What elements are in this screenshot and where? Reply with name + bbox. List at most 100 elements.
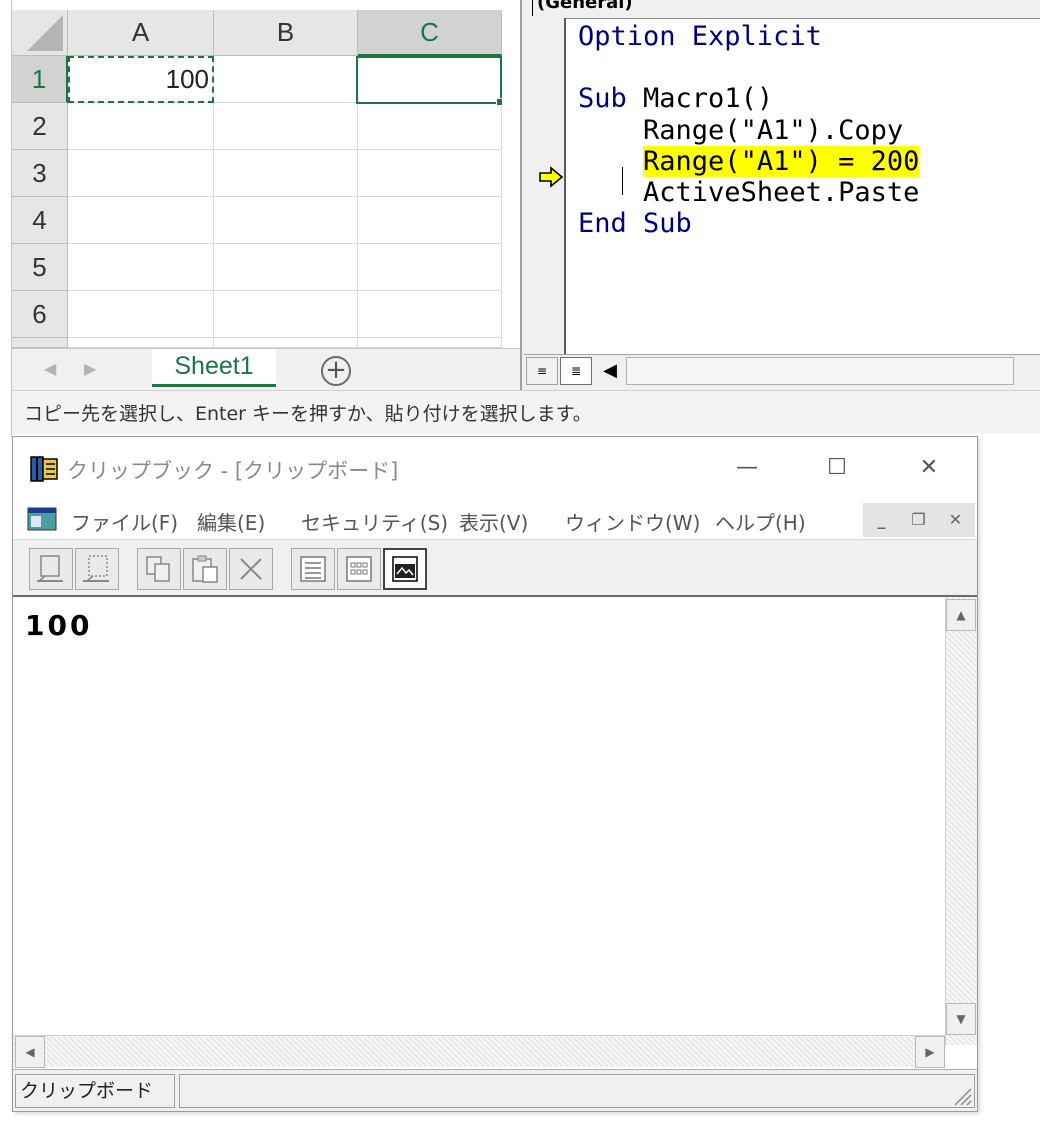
fill-handle[interactable] [496, 98, 502, 106]
list-view-button[interactable] [291, 548, 335, 590]
mdi-restore-button[interactable]: ❐ [900, 503, 937, 537]
vba-code-window: (General) Option Explicit Sub Macro1() Ra… [520, 0, 1040, 390]
cell-c6[interactable] [358, 291, 502, 338]
list-view-icon [300, 556, 326, 582]
status-panel-clipboard: クリップボード [15, 1074, 175, 1108]
cell-a2[interactable] [68, 103, 214, 150]
code-line-5[interactable]: Range("A1") = 200 [578, 146, 920, 177]
status-panel-empty [179, 1074, 975, 1108]
mdi-minimize-button[interactable]: _ [863, 503, 900, 537]
row-header-3[interactable]: 3 [12, 150, 68, 197]
cell-b6[interactable] [214, 291, 358, 338]
code-text: Macro1() [626, 83, 774, 114]
cell-c5[interactable] [358, 244, 502, 291]
row-header-6[interactable]: 6 [12, 291, 68, 338]
code-line-6[interactable]: ActiveSheet.Paste [578, 177, 919, 208]
window-edge [0, 0, 12, 436]
scroll-right-icon[interactable]: ▶ [915, 1036, 945, 1068]
minimize-button[interactable]: — [727, 453, 767, 483]
mdi-close-button[interactable]: ✕ [937, 503, 974, 537]
clipbook-app-icon [30, 456, 58, 482]
scroll-down-icon[interactable]: ▼ [946, 1003, 976, 1035]
copy-marquee [68, 56, 214, 103]
cell-a7[interactable] [68, 338, 214, 348]
clipboard-content-text: 100 [25, 609, 93, 642]
disconnect-button[interactable] [75, 548, 119, 590]
tab-scroll-right-icon[interactable]: ▶ [84, 359, 96, 378]
menu-edit[interactable]: 編集(E) [197, 507, 265, 536]
thumbnail-view-button[interactable] [337, 548, 381, 590]
row-header-4[interactable]: 4 [12, 197, 68, 244]
cell-c4[interactable] [358, 197, 502, 244]
cell-a5[interactable] [68, 244, 214, 291]
vertical-scrollbar[interactable]: ▲ ▼ [945, 597, 977, 1045]
thumbnail-view-icon [346, 556, 372, 582]
menu-bar: ファイル(F) 編集(E) セキュリティ(S) 表示(V) ウィンドウ(W) ヘ… [13, 499, 977, 539]
object-combo[interactable]: (General) [532, 0, 1040, 16]
tab-scroll-left-icon[interactable]: ◀ [44, 359, 56, 378]
cell-b4[interactable] [214, 197, 358, 244]
cell-b1[interactable] [214, 56, 358, 103]
cell-c7[interactable] [358, 338, 502, 348]
menu-view[interactable]: 表示(V) [459, 507, 528, 536]
clipbook-status-bar: クリップボード [13, 1069, 977, 1111]
connect-button[interactable] [29, 548, 73, 590]
active-cell-c1[interactable] [356, 56, 502, 104]
menu-help[interactable]: ヘルプ(H) [715, 507, 806, 536]
row-header-2[interactable]: 2 [12, 103, 68, 150]
cell-b2[interactable] [214, 103, 358, 150]
column-header-c[interactable]: C [358, 10, 502, 56]
cell-a4[interactable] [68, 197, 214, 244]
code-text: Range("A1") = 200 [643, 146, 920, 177]
scroll-left-icon[interactable]: ◀ [15, 1036, 45, 1068]
window-title: クリップブック - [クリップボード] [67, 459, 399, 483]
code-keyword: Sub [578, 83, 627, 114]
resize-grip-icon[interactable] [949, 1083, 973, 1107]
code-line-1[interactable]: Option Explicit [578, 21, 822, 52]
menu-window[interactable]: ウィンドウ(W) [565, 507, 700, 536]
copy-button[interactable] [137, 548, 181, 590]
cell-b7[interactable] [214, 338, 358, 348]
horizontal-scrollbar[interactable]: ◀ ▶ [13, 1035, 945, 1068]
row-header-1[interactable]: 1 [12, 56, 68, 103]
procedure-view-button[interactable]: ≡ [526, 357, 558, 385]
code-line-3[interactable]: Sub Macro1() [578, 83, 773, 114]
cell-c2[interactable] [358, 103, 502, 150]
delete-icon [240, 558, 262, 580]
margin-indicator-bar[interactable] [524, 18, 566, 354]
title-bar[interactable]: クリップブック - [クリップボード] — ☐ ✕ [13, 437, 977, 499]
cell-b3[interactable] [214, 150, 358, 197]
select-all-corner[interactable] [12, 10, 68, 56]
sheet-tab-sheet1[interactable]: Sheet1 [152, 349, 276, 387]
row-header-7[interactable] [12, 338, 68, 348]
menu-security[interactable]: セキュリティ(S) [301, 507, 448, 536]
code-line-7[interactable]: End Sub [578, 208, 692, 239]
column-header-b[interactable]: B [214, 10, 358, 56]
clipboard-content-area[interactable]: 100 [13, 597, 945, 1045]
paste-icon [192, 555, 218, 583]
column-header-a[interactable]: A [68, 10, 214, 56]
scroll-up-icon[interactable]: ▲ [946, 599, 976, 631]
delete-button[interactable] [229, 548, 273, 590]
cell-a3[interactable] [68, 150, 214, 197]
cell-c3[interactable] [358, 150, 502, 197]
document-icon[interactable] [27, 507, 57, 531]
status-message: コピー先を選択し、Enter キーを押すか、貼り付けを選択します。 [24, 403, 592, 425]
close-button[interactable]: ✕ [909, 453, 949, 483]
maximize-button[interactable]: ☐ [817, 453, 857, 483]
cell-b5[interactable] [214, 244, 358, 291]
menu-file[interactable]: ファイル(F) [71, 507, 178, 536]
code-keyword: Option Explicit [578, 21, 822, 52]
cell-a6[interactable] [68, 291, 214, 338]
add-sheet-icon[interactable]: + [321, 356, 351, 386]
paste-button[interactable] [183, 548, 227, 590]
horizontal-scroll-track[interactable] [626, 357, 1014, 385]
full-module-view-button[interactable]: ≣ [560, 357, 592, 385]
code-line-4[interactable]: Range("A1").Copy [578, 115, 903, 146]
code-pane[interactable]: Option Explicit Sub Macro1() Range("A1").… [566, 18, 1040, 354]
row-header-5[interactable]: 5 [12, 244, 68, 291]
code-keyword: End Sub [578, 208, 692, 239]
scroll-left-icon[interactable]: ◀ [596, 357, 624, 385]
execution-arrow-icon [539, 166, 564, 188]
full-page-view-button[interactable] [383, 548, 427, 590]
